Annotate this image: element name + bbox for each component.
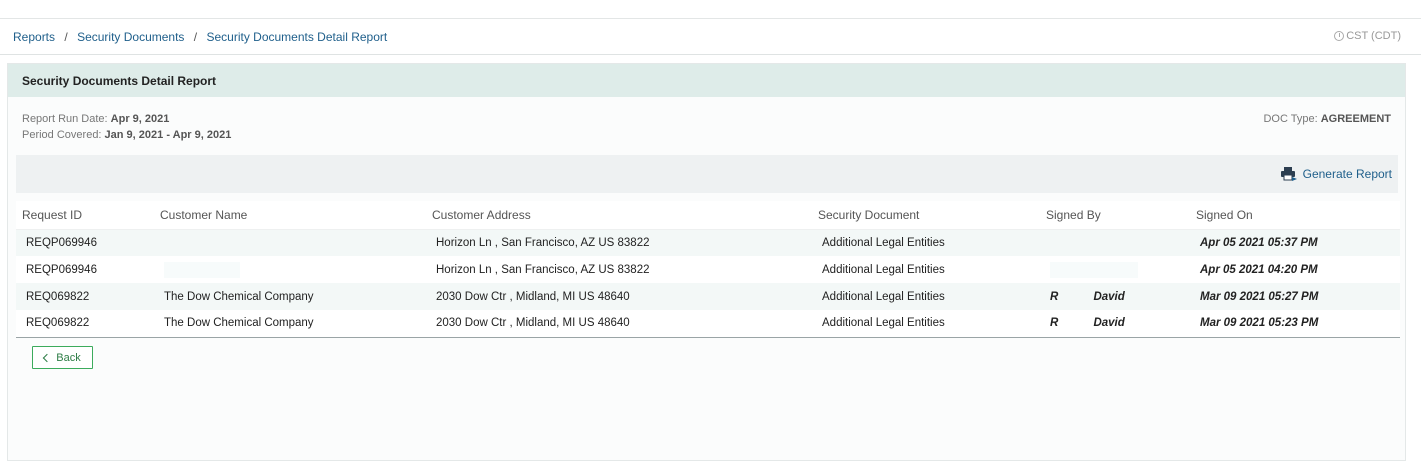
clock-icon	[1334, 31, 1345, 41]
cell-signed-by: R David	[1040, 310, 1190, 338]
breadcrumb: Reports / Security Documents / Security …	[13, 30, 387, 44]
cell-signed-by	[1040, 229, 1190, 256]
table-row[interactable]: REQ069822 The Dow Chemical Company 2030 …	[16, 310, 1400, 338]
table-header-row: Request ID Customer Name Customer Addres…	[16, 201, 1400, 230]
report-meta: Report Run Date: Apr 9, 2021 Period Cove…	[8, 97, 1405, 155]
cell-customer-name: The Dow Chemical Company	[154, 283, 426, 310]
cell-customer-name	[154, 256, 426, 283]
column-request-id[interactable]: Request ID	[16, 201, 154, 230]
cell-document: Additional Legal Entities	[812, 310, 1040, 338]
report-panel: Security Documents Detail Report Report …	[7, 63, 1406, 461]
breadcrumb-separator: /	[193, 30, 198, 44]
generate-report-label: Generate Report	[1302, 167, 1392, 181]
top-bar: Reports / Security Documents / Security …	[0, 19, 1421, 55]
cell-address: 2030 Dow Ctr , Midland, MI US 48640	[426, 310, 812, 338]
report-table: Request ID Customer Name Customer Addres…	[16, 201, 1400, 338]
cell-signed-by	[1040, 256, 1190, 283]
doc-type: DOC Type: AGREEMENT	[1263, 113, 1391, 125]
redacted-customer-name	[164, 261, 240, 278]
back-button[interactable]: Back	[32, 346, 93, 369]
cell-signed-by: R David	[1040, 283, 1190, 310]
column-signed-by[interactable]: Signed By	[1040, 201, 1190, 230]
cell-signed-on: Mar 09 2021 05:23 PM	[1190, 310, 1400, 338]
column-customer-name[interactable]: Customer Name	[154, 201, 426, 230]
redacted-signed-by	[1050, 261, 1138, 278]
table-row[interactable]: REQP069946 Horizon Ln , San Francisco, A…	[16, 256, 1400, 283]
cell-address: Horizon Ln , San Francisco, AZ US 83822	[436, 263, 650, 276]
run-date-label: Report Run Date:	[22, 113, 111, 125]
panel-title: Security Documents Detail Report	[8, 64, 1405, 97]
cell-request-id: REQP069946	[26, 263, 97, 276]
cell-request-id: REQP069946	[16, 229, 154, 256]
cell-document: Additional Legal Entities	[812, 229, 1040, 256]
column-security-document[interactable]: Security Document	[812, 201, 1040, 230]
breadcrumb-separator: /	[64, 30, 68, 44]
breadcrumb-reports[interactable]: Reports	[13, 30, 55, 44]
doc-type-label: DOC Type:	[1263, 113, 1321, 125]
cell-document: Additional Legal Entities	[812, 283, 1040, 310]
doc-type-value: AGREEMENT	[1320, 113, 1391, 125]
cell-request-id: REQ069822	[16, 310, 154, 338]
timezone-label: CST (CDT)	[1346, 30, 1401, 42]
chevron-left-icon	[43, 353, 52, 363]
period-value: Jan 9, 2021 - Apr 9, 2021	[104, 129, 232, 141]
cell-document: Additional Legal Entities	[822, 263, 945, 276]
generate-report-button[interactable]: Generate Report	[1280, 167, 1392, 181]
period-line: Period Covered: Jan 9, 2021 - Apr 9, 202…	[22, 129, 1391, 145]
report-toolbar: Generate Report	[16, 155, 1398, 193]
cell-request-id: REQ069822	[16, 283, 154, 310]
column-signed-on[interactable]: Signed On	[1190, 201, 1400, 230]
cell-customer-name	[154, 229, 426, 256]
back-label: Back	[56, 351, 81, 364]
run-date-line: Report Run Date: Apr 9, 2021	[22, 113, 1391, 129]
cell-signed-on: Mar 09 2021 05:27 PM	[1190, 283, 1400, 310]
timezone-indicator: CST (CDT)	[1334, 30, 1401, 42]
table-row[interactable]: REQ069822 The Dow Chemical Company 2030 …	[16, 283, 1400, 310]
breadcrumb-current: Security Documents Detail Report	[206, 30, 388, 44]
breadcrumb-security-documents[interactable]: Security Documents	[77, 30, 184, 44]
table-row[interactable]: REQP069946 Horizon Ln , San Francisco, A…	[16, 229, 1400, 256]
cell-customer-name: The Dow Chemical Company	[154, 310, 426, 338]
print-icon	[1280, 167, 1297, 181]
cell-signed-on: Apr 05 2021 05:37 PM	[1190, 229, 1400, 256]
cell-address: 2030 Dow Ctr , Midland, MI US 48640	[426, 283, 812, 310]
cell-address: Horizon Ln , San Francisco, AZ US 83822	[426, 229, 812, 256]
column-customer-address[interactable]: Customer Address	[426, 201, 812, 230]
cell-signed-on: Apr 05 2021 04:20 PM	[1200, 263, 1318, 276]
run-date-value: Apr 9, 2021	[110, 113, 170, 125]
period-label: Period Covered:	[22, 129, 105, 141]
